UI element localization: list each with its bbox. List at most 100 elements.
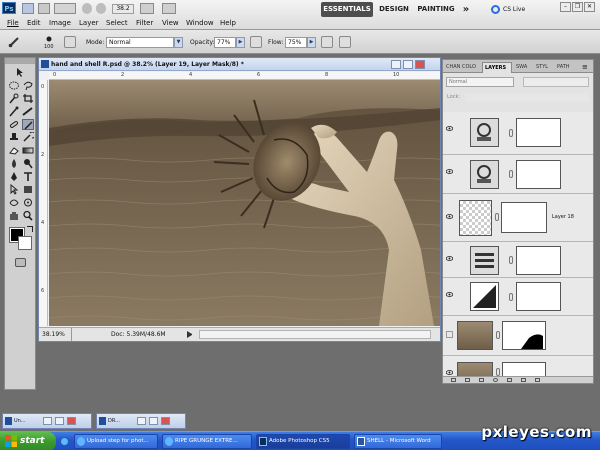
- menu-layer[interactable]: Layer: [79, 19, 99, 27]
- history-brush-tool-icon[interactable]: [22, 132, 34, 143]
- airbrush-icon[interactable]: [321, 36, 333, 48]
- visibility-eye-icon[interactable]: [446, 214, 453, 219]
- flow-slider-arrow-icon[interactable]: ▶: [307, 37, 316, 48]
- gradient-tool-icon[interactable]: [22, 145, 34, 156]
- zoom-tool-icon[interactable]: [96, 3, 106, 14]
- layer-style-icon[interactable]: [465, 378, 470, 382]
- more-workspaces-button[interactable]: »: [460, 2, 472, 17]
- quick-mask-icon[interactable]: [15, 258, 26, 267]
- cs-live-button[interactable]: CS Live: [503, 6, 525, 13]
- visibility-toggle-empty[interactable]: [446, 331, 453, 338]
- layer-link-icon[interactable]: [496, 368, 500, 376]
- brush-tool-icon[interactable]: [8, 36, 20, 48]
- mode-dropdown-arrow-icon[interactable]: ▼: [174, 37, 183, 48]
- workspace-painting-button[interactable]: PAINTING: [416, 2, 456, 17]
- new-layer-icon[interactable]: [521, 378, 526, 382]
- layer-row[interactable]: [443, 316, 593, 356]
- new-group-icon[interactable]: [507, 378, 512, 382]
- close-button[interactable]: ✕: [584, 2, 595, 12]
- bridge-icon[interactable]: [22, 3, 34, 14]
- cs-live-icon[interactable]: [491, 5, 500, 14]
- tab-paths[interactable]: PATH: [555, 62, 577, 73]
- dodge-tool-icon[interactable]: [22, 158, 34, 169]
- layer-row[interactable]: [443, 278, 593, 316]
- image-canvas[interactable]: [49, 80, 440, 326]
- blur-tool-icon[interactable]: [8, 158, 20, 169]
- minibridge-icon[interactable]: [38, 3, 50, 14]
- zoom-level-control[interactable]: 38.2: [112, 4, 134, 14]
- opacity-slider-arrow-icon[interactable]: ▶: [236, 37, 245, 48]
- mini-close-button[interactable]: [67, 417, 76, 425]
- taskbar-item-photoshop[interactable]: Adobe Photoshop CS5: [256, 434, 350, 449]
- menu-file[interactable]: File: [7, 19, 19, 27]
- mini-restore-button[interactable]: [137, 417, 146, 425]
- type-tool-icon[interactable]: [22, 171, 34, 182]
- layer-link-icon[interactable]: [495, 213, 499, 221]
- hand-tool-panel-icon[interactable]: [8, 210, 20, 221]
- doc-maximize-button[interactable]: [403, 60, 413, 69]
- path-selection-tool-icon[interactable]: [8, 184, 20, 195]
- tab-layers[interactable]: LAYERS: [482, 62, 512, 73]
- layer-row[interactable]: [443, 242, 593, 278]
- menu-window[interactable]: Window: [186, 19, 214, 27]
- layer-opacity-field[interactable]: [523, 77, 589, 87]
- mini-maximize-button[interactable]: [149, 417, 158, 425]
- layer-mask-thumbnail[interactable]: [501, 202, 547, 233]
- layer-link-icon[interactable]: [509, 293, 513, 301]
- hand-tool-icon[interactable]: [82, 3, 92, 14]
- shape-tool-icon[interactable]: [22, 184, 34, 195]
- lasso-tool-icon[interactable]: [22, 80, 34, 91]
- pressure-opacity-icon[interactable]: [250, 36, 262, 48]
- restore-button[interactable]: ❐: [572, 2, 583, 12]
- background-color-swatch[interactable]: [18, 236, 32, 250]
- clone-stamp-tool-icon[interactable]: [8, 132, 20, 143]
- visibility-eye-icon[interactable]: [446, 126, 453, 131]
- layer-link-icon[interactable]: [509, 129, 513, 137]
- mini-restore-button[interactable]: [43, 417, 52, 425]
- screen-mode-icon[interactable]: [162, 3, 176, 14]
- link-layers-icon[interactable]: [451, 378, 456, 382]
- minimized-document[interactable]: DR...: [96, 413, 186, 429]
- mini-close-button[interactable]: [161, 417, 170, 425]
- menu-filter[interactable]: Filter: [136, 19, 153, 27]
- opacity-input[interactable]: 77%: [214, 37, 236, 48]
- menu-select[interactable]: Select: [106, 19, 128, 27]
- quick-selection-tool-icon[interactable]: [8, 93, 20, 104]
- doc-close-button[interactable]: [415, 60, 425, 69]
- quick-launch-ie-icon[interactable]: [60, 437, 69, 446]
- layer-mask-thumbnail[interactable]: [516, 282, 561, 311]
- taskbar-item-browser[interactable]: Upload step for phot...: [74, 434, 158, 449]
- mini-maximize-button[interactable]: [55, 417, 64, 425]
- taskbar-item-word[interactable]: SHELL - Microsoft Word: [354, 434, 442, 449]
- doc-minimize-button[interactable]: [391, 60, 401, 69]
- pressure-size-icon[interactable]: [339, 36, 351, 48]
- flow-input[interactable]: 75%: [285, 37, 307, 48]
- brush-panel-icon[interactable]: [64, 36, 76, 48]
- layer-mask-thumbnail[interactable]: [516, 118, 561, 147]
- eraser-tool-icon[interactable]: [8, 145, 20, 156]
- panel-menu-icon[interactable]: ≡: [582, 63, 588, 71]
- menu-view[interactable]: View: [162, 19, 179, 27]
- taskbar-item-browser[interactable]: RIPE GRUNGE EXTRE...: [162, 434, 252, 449]
- layer-link-icon[interactable]: [509, 256, 513, 264]
- delete-layer-icon[interactable]: [535, 378, 540, 382]
- menu-edit[interactable]: Edit: [27, 19, 41, 27]
- swap-colors-icon[interactable]: [27, 226, 33, 232]
- tools-panel-header[interactable]: [5, 58, 35, 64]
- marquee-tool-icon[interactable]: [8, 80, 20, 91]
- add-mask-icon[interactable]: [479, 378, 484, 382]
- layer-link-icon[interactable]: [496, 331, 500, 339]
- new-adjustment-icon[interactable]: [493, 378, 498, 382]
- menu-image[interactable]: Image: [49, 19, 71, 27]
- visibility-eye-icon[interactable]: [446, 292, 453, 297]
- layer-mask-thumbnail[interactable]: [502, 321, 546, 350]
- menu-help[interactable]: Help: [220, 19, 236, 27]
- workspace-essentials-button[interactable]: ESSENTIALS: [321, 2, 373, 17]
- visibility-eye-icon[interactable]: [446, 370, 453, 375]
- layer-mask-thumbnail[interactable]: [516, 246, 561, 275]
- zoom-percentage-field[interactable]: 38.19%: [42, 328, 72, 341]
- 3d-camera-tool-icon[interactable]: [22, 197, 34, 208]
- 3d-rotate-tool-icon[interactable]: [8, 197, 20, 208]
- lock-options-bar[interactable]: [465, 93, 589, 102]
- ruler-tool-icon[interactable]: [22, 106, 34, 117]
